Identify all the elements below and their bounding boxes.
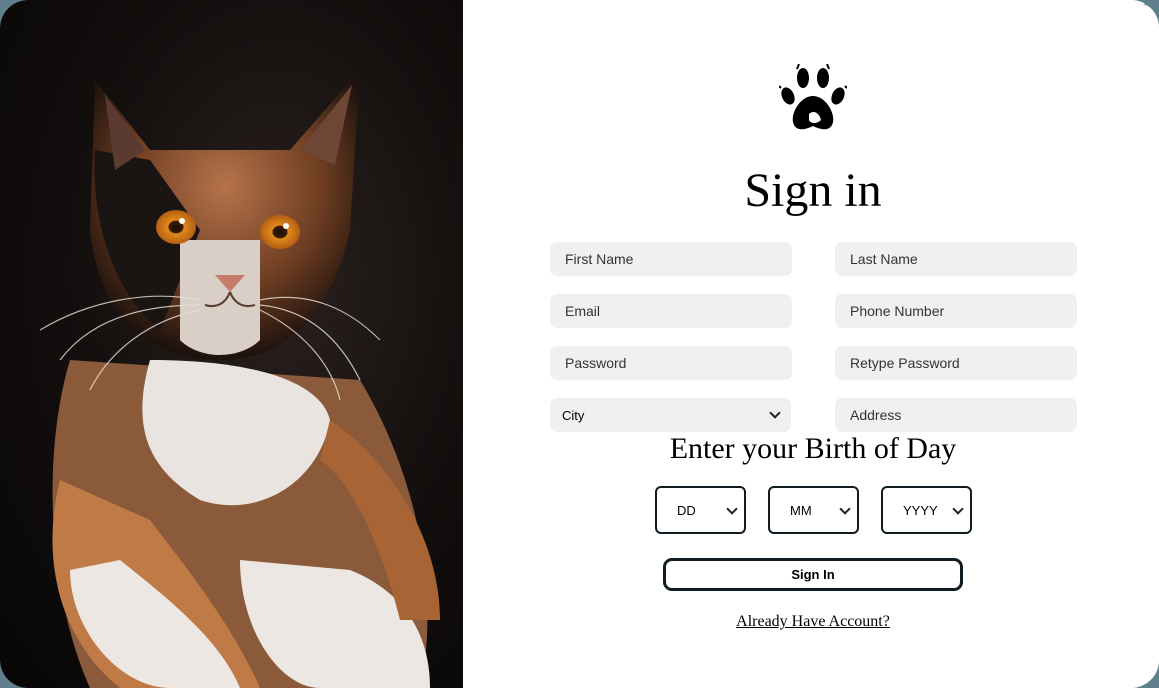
cat-photo xyxy=(0,0,463,688)
birth-day-value: DD xyxy=(677,502,696,518)
paw-print-icon xyxy=(779,64,847,130)
sign-in-button[interactable]: Sign In xyxy=(663,558,963,591)
signin-card: Sign in City Enter your Birth of Day DD … xyxy=(0,0,1159,688)
page-title: Sign in xyxy=(744,164,882,217)
first-name-input[interactable] xyxy=(550,242,792,276)
birth-year-select[interactable]: YYYY xyxy=(881,486,972,534)
email-input[interactable] xyxy=(550,294,792,328)
chevron-down-icon xyxy=(952,502,964,515)
chevron-down-icon xyxy=(769,407,781,419)
already-have-account-link[interactable]: Already Have Account? xyxy=(463,613,1159,631)
birth-month-select[interactable]: MM xyxy=(768,486,859,534)
phone-number-input[interactable] xyxy=(835,294,1077,328)
birth-month-value: MM xyxy=(790,502,812,518)
password-input[interactable] xyxy=(550,346,792,380)
corner-decoration xyxy=(1143,4,1159,15)
birthdate-heading: Enter your Birth of Day xyxy=(669,432,957,465)
address-input[interactable] xyxy=(835,398,1077,432)
birth-year-value: YYYY xyxy=(903,502,938,518)
signin-form: Sign in City Enter your Birth of Day DD … xyxy=(463,0,1159,688)
cat-illustration xyxy=(39,70,440,688)
birth-day-select[interactable]: DD xyxy=(655,486,746,534)
retype-password-input[interactable] xyxy=(835,346,1077,380)
chevron-down-icon xyxy=(726,502,738,515)
chevron-down-icon xyxy=(839,502,851,515)
city-select[interactable]: City xyxy=(550,398,791,432)
last-name-input[interactable] xyxy=(835,242,1077,276)
city-select-value: City xyxy=(562,407,585,423)
